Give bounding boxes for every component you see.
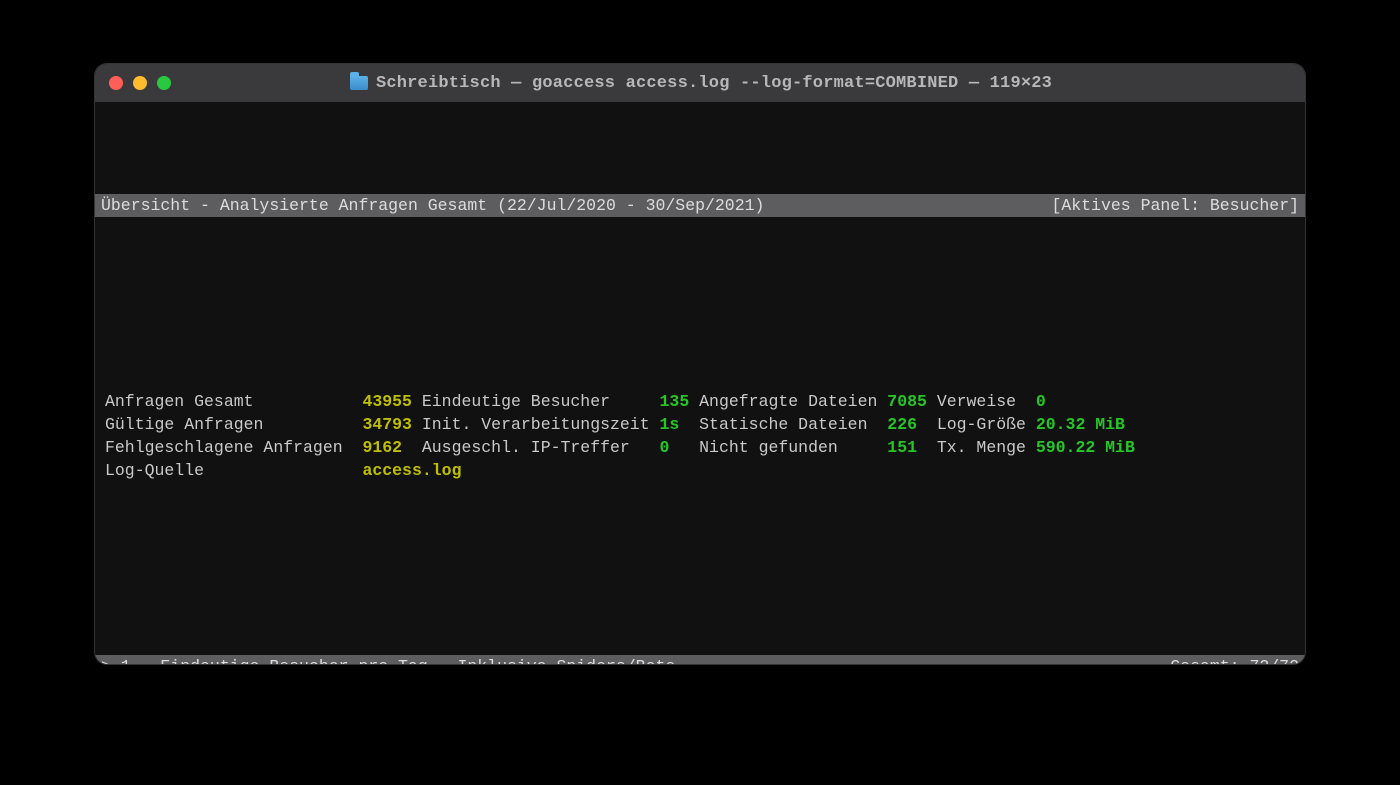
stats-row: Gültige Anfragen 34793 Init. Verarbeitun… bbox=[105, 413, 1295, 436]
overview-header-bar: Übersicht - Analysierte Anfragen Gesamt … bbox=[95, 194, 1305, 217]
folder-icon bbox=[350, 76, 368, 90]
panel-1-total: Gesamt: 72/72 bbox=[1170, 655, 1299, 664]
window-title-area: Schreibtisch — goaccess access.log --log… bbox=[181, 74, 1221, 93]
stats-row: Fehlgeschlagene Anfragen 9162 Ausgeschl.… bbox=[105, 436, 1295, 459]
terminal-window: Schreibtisch — goaccess access.log --log… bbox=[95, 64, 1305, 664]
minimize-icon[interactable] bbox=[133, 76, 147, 90]
stats-row: Log-Quelle access.log bbox=[105, 459, 1295, 482]
window-titlebar: Schreibtisch — goaccess access.log --log… bbox=[95, 64, 1305, 102]
window-title: Schreibtisch — goaccess access.log --log… bbox=[376, 74, 1052, 93]
active-panel-indicator: [Aktives Panel: Besucher] bbox=[1051, 194, 1299, 217]
close-icon[interactable] bbox=[109, 76, 123, 90]
maximize-icon[interactable] bbox=[157, 76, 171, 90]
stats-row: Anfragen Gesamt 43955 Eindeutige Besuche… bbox=[105, 390, 1295, 413]
panel-1-title: > 1 - Eindeutige Besucher pro Tag - Inkl… bbox=[101, 655, 675, 664]
stats-block: Anfragen Gesamt 43955 Eindeutige Besuche… bbox=[95, 390, 1305, 482]
terminal-content[interactable]: Übersicht - Analysierte Anfragen Gesamt … bbox=[95, 102, 1305, 664]
panel-1-header[interactable]: > 1 - Eindeutige Besucher pro Tag - Inkl… bbox=[95, 655, 1305, 664]
overview-title: Übersicht - Analysierte Anfragen Gesamt … bbox=[101, 194, 764, 217]
